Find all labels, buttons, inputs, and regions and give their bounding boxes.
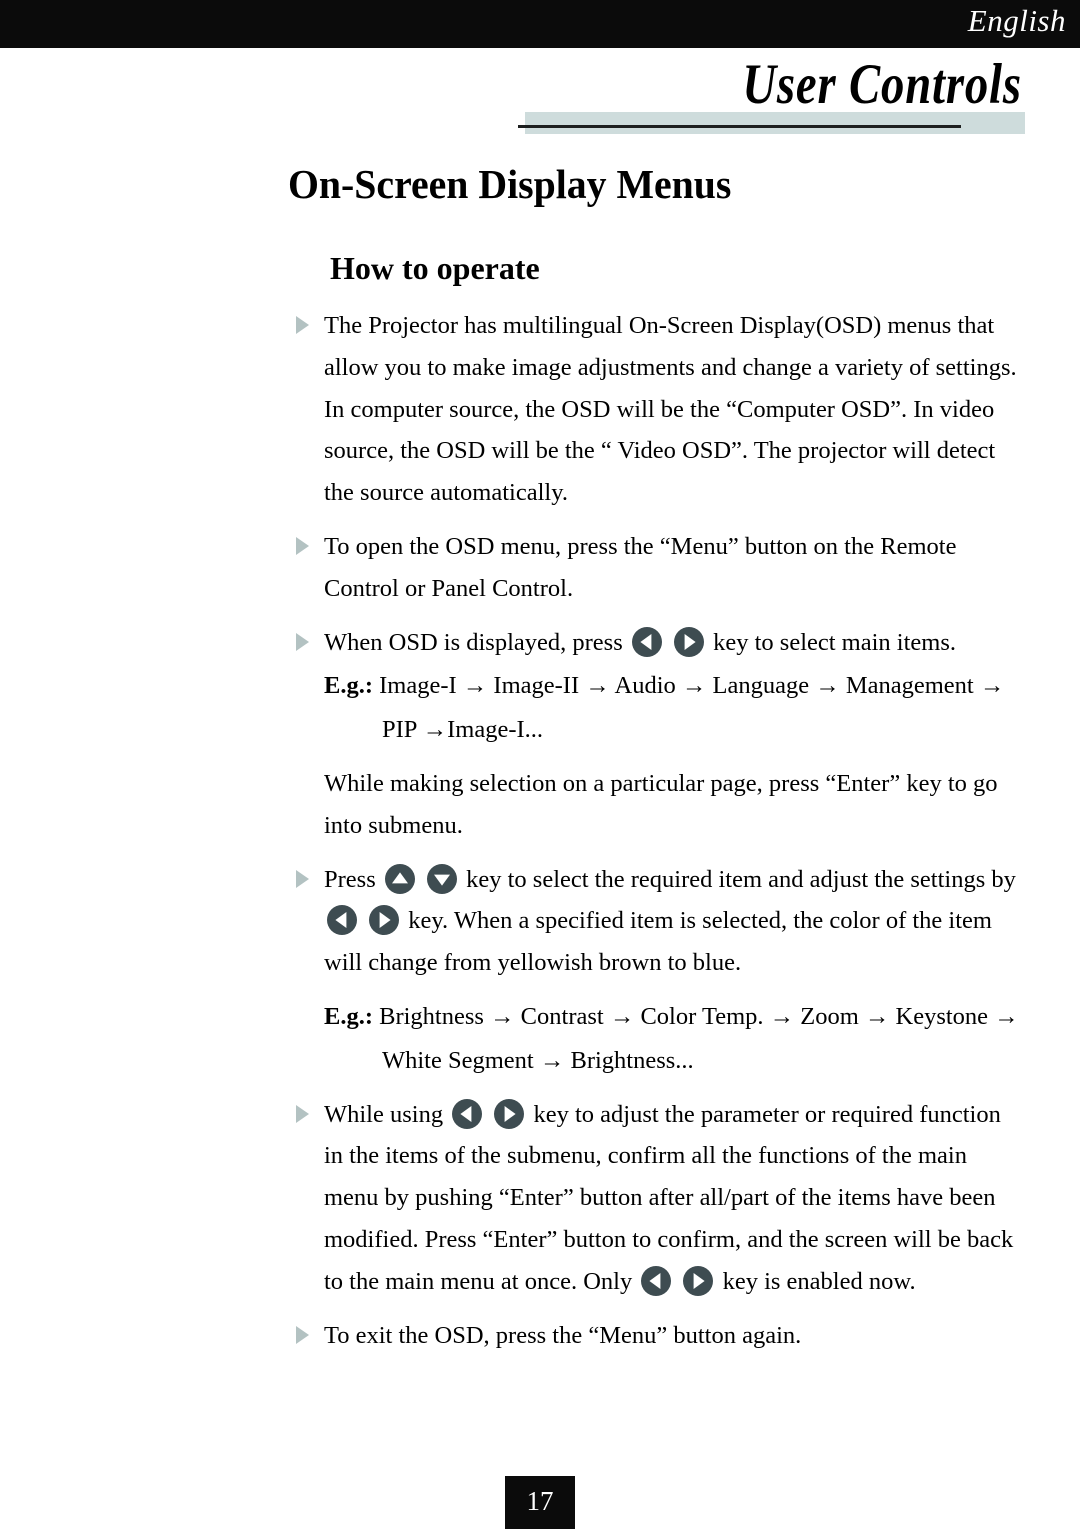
example-sequence-cont: PIP →Image-I... <box>382 716 544 744</box>
body-content: The Projector has multilingual On-Screen… <box>296 305 1026 1358</box>
right-arrow-key-icon <box>683 1265 714 1296</box>
example-sequence: Image-I → Image-II → Audio → Language → … <box>379 672 1005 700</box>
left-arrow-key-icon <box>641 1265 672 1296</box>
triangle-bullet-icon <box>296 632 309 651</box>
list-item-text-cont2: key. When a specified item is selected, … <box>324 907 992 977</box>
left-arrow-key-icon <box>631 626 662 657</box>
list-item-text-cont: key to select the required item and adju… <box>466 865 1016 893</box>
list-item-text: To exit the OSD, press the “Menu” button… <box>324 1321 802 1349</box>
up-arrow-key-icon <box>384 863 415 894</box>
list-item-text: To open the OSD menu, press the “Menu” b… <box>324 532 957 602</box>
list-item: While using key to adjust the parameter … <box>296 1094 1026 1303</box>
page-number: 17 <box>505 1476 575 1529</box>
triangle-bullet-icon <box>296 536 309 555</box>
example-line-continued: PIP →Image-I... <box>296 709 1026 751</box>
language-label: English <box>967 3 1066 38</box>
example-line: E.g.: Image-I → Image-II → Audio → Langu… <box>296 665 1026 707</box>
right-arrow-key-icon <box>673 626 704 657</box>
list-item-text: The Projector has multilingual On-Screen… <box>324 312 1017 507</box>
section-title: How to operate <box>330 250 540 286</box>
left-arrow-key-icon <box>452 1098 483 1129</box>
list-item: To exit the OSD, press the “Menu” button… <box>296 1315 1026 1357</box>
list-item-text: While using <box>324 1100 444 1128</box>
triangle-bullet-icon <box>296 1104 309 1123</box>
right-arrow-key-icon <box>494 1098 525 1129</box>
list-item-text-cont: key to select main items. <box>713 628 957 656</box>
paragraph: While making selection on a particular p… <box>296 763 1026 847</box>
header-bar: English <box>0 0 1080 48</box>
example-line: E.g.: Brightness → Contrast → Color Temp… <box>296 996 1026 1038</box>
example-label: E.g.: <box>324 672 373 700</box>
rule-line <box>518 125 961 128</box>
page-title: On-Screen Display Menus <box>288 161 732 207</box>
triangle-bullet-icon <box>296 869 309 888</box>
chapter-title: User Controls <box>742 53 1022 116</box>
list-item: Press key to select the required item an… <box>296 859 1026 984</box>
example-sequence: Brightness → Contrast → Color Temp. → Zo… <box>379 1002 1019 1030</box>
list-item-text: When OSD is displayed, press <box>324 628 623 656</box>
decorative-rule <box>518 112 1025 134</box>
list-item: To open the OSD menu, press the “Menu” b… <box>296 526 1026 610</box>
list-item: The Projector has multilingual On-Screen… <box>296 305 1026 514</box>
paragraph-text: While making selection on a particular p… <box>324 769 998 839</box>
example-line-continued: White Segment → Brightness... <box>296 1040 1026 1082</box>
rule-bar-fill <box>525 112 1025 134</box>
left-arrow-key-icon <box>327 905 357 936</box>
example-sequence-cont: White Segment → Brightness... <box>382 1046 694 1074</box>
example-label: E.g.: <box>324 1002 373 1030</box>
down-arrow-key-icon <box>426 863 457 894</box>
triangle-bullet-icon <box>296 1325 309 1344</box>
list-item-text-cont: key to adjust the parameter or required … <box>324 1100 1014 1295</box>
list-item: When OSD is displayed, press key to sele… <box>296 622 1026 664</box>
triangle-bullet-icon <box>296 316 309 334</box>
right-arrow-key-icon <box>369 905 400 936</box>
list-item-text: Press <box>324 865 376 893</box>
list-item-text-cont2: key is enabled now. <box>722 1267 916 1295</box>
